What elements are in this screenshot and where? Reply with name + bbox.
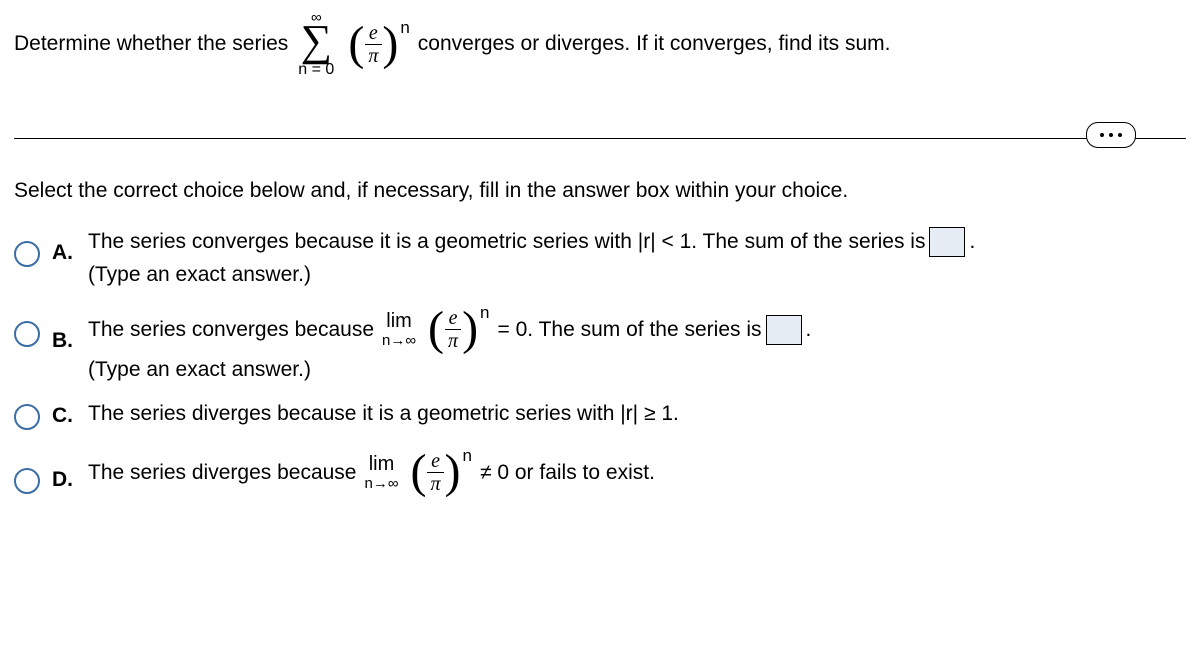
right-paren-icon: ) <box>382 30 398 59</box>
left-paren-icon: ( <box>348 30 364 59</box>
choice-d-label: D. <box>52 468 76 492</box>
limit-block: lim n→∞ <box>382 311 416 348</box>
choice-a-hint: (Type an exact answer.) <box>88 263 1186 287</box>
choice-a-label: A. <box>52 241 76 265</box>
dot-icon <box>1118 133 1122 137</box>
question-suffix: converges or diverges. If it converges, … <box>418 32 891 56</box>
choice-a-period: . <box>969 230 975 254</box>
choice-a: A. The series converges because it is a … <box>14 227 1186 287</box>
choice-c-text: The series diverges because it is a geom… <box>88 402 1186 426</box>
choice-d-text1: The series diverges because <box>88 461 356 485</box>
summation-symbol: ∞ ∑ n = 0 <box>298 10 334 78</box>
sigma-icon: ∑ <box>301 23 332 58</box>
fraction-denominator: π <box>364 45 382 67</box>
choice-b-label: B. <box>52 329 76 353</box>
more-options-button[interactable] <box>1086 122 1136 148</box>
fraction-numerator: e <box>427 450 444 473</box>
choice-a-text: The series converges because it is a geo… <box>88 230 925 254</box>
radio-a[interactable] <box>14 241 40 267</box>
lim-sub: n→∞ <box>364 476 398 491</box>
choice-d-text2: ≠ 0 or fails to exist. <box>480 461 655 485</box>
choice-d: D. The series diverges because lim n→∞ (… <box>14 450 1186 495</box>
limit-block: lim n→∞ <box>364 454 398 491</box>
lim-text: lim <box>369 454 395 474</box>
series-term: ( e π ) n <box>348 22 409 67</box>
limit-term: ( e π ) n <box>428 307 489 352</box>
fraction: e π <box>427 450 445 495</box>
left-paren-icon: ( <box>411 458 427 487</box>
dot-icon <box>1100 133 1104 137</box>
answer-input-a[interactable] <box>929 227 965 257</box>
question-prefix: Determine whether the series <box>14 32 288 56</box>
lim-text: lim <box>386 311 412 331</box>
radio-c[interactable] <box>14 404 40 430</box>
fraction: e π <box>364 22 382 67</box>
sum-lower: n = 0 <box>298 62 334 78</box>
left-paren-icon: ( <box>428 315 444 344</box>
right-paren-icon: ) <box>462 315 478 344</box>
question-text: Determine whether the series ∞ ∑ n = 0 (… <box>14 10 1186 78</box>
limit-term: ( e π ) n <box>411 450 472 495</box>
choice-b-hint: (Type an exact answer.) <box>88 358 1186 382</box>
choice-b-period: . <box>806 318 812 342</box>
lim-sub: n→∞ <box>382 333 416 348</box>
divider <box>14 138 1186 139</box>
exponent: n <box>463 446 472 466</box>
dot-icon <box>1109 133 1113 137</box>
choice-b-text2: = 0. The sum of the series is <box>498 318 762 342</box>
choice-b: B. The series converges because lim n→∞ … <box>14 307 1186 382</box>
right-paren-icon: ) <box>445 458 461 487</box>
radio-b[interactable] <box>14 321 40 347</box>
radio-d[interactable] <box>14 468 40 494</box>
fraction-denominator: π <box>427 473 445 495</box>
fraction-numerator: e <box>365 22 382 45</box>
exponent: n <box>480 303 489 323</box>
instruction-text: Select the correct choice below and, if … <box>14 179 1186 203</box>
answer-input-b[interactable] <box>766 315 802 345</box>
fraction-denominator: π <box>444 330 462 352</box>
choice-c: C. The series diverges because it is a g… <box>14 402 1186 430</box>
choice-b-text1: The series converges because <box>88 318 374 342</box>
exponent: n <box>400 18 409 38</box>
choice-c-label: C. <box>52 404 76 428</box>
fraction: e π <box>444 307 462 352</box>
fraction-numerator: e <box>445 307 462 330</box>
